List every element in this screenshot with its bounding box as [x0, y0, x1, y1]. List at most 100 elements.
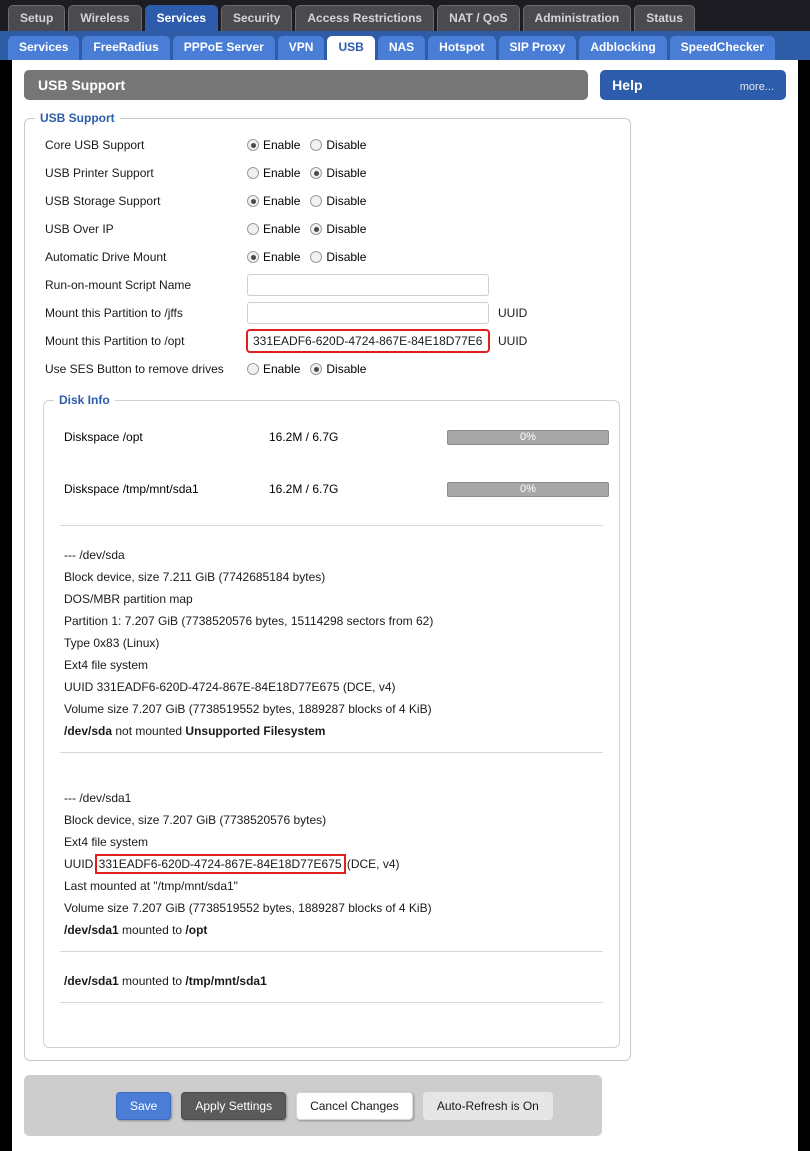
secondary-tab-services[interactable]: Services: [8, 36, 80, 60]
usb-printer-support-enable-option[interactable]: Enable: [247, 166, 300, 180]
page-body: USB Support Help more... USB Support Cor…: [12, 60, 798, 1151]
automatic-drive-mount-label: Automatic Drive Mount: [45, 250, 167, 264]
primary-tab-security[interactable]: Security: [221, 5, 293, 31]
usb-over-ip-disable-option[interactable]: Disable: [310, 222, 366, 236]
sda1-mount-target-tmp: /tmp/mnt/sda1: [185, 974, 267, 988]
primary-tab-status[interactable]: Status: [634, 5, 695, 31]
primary-tab-services[interactable]: Services: [144, 5, 218, 31]
core-usb-support-enable-option[interactable]: Enable: [247, 138, 300, 152]
ses-button-enable-option[interactable]: Enable: [247, 362, 300, 376]
help-more-link[interactable]: more...: [740, 81, 774, 93]
sda-detail-lines: Block device, size 7.211 GiB (7742685184…: [54, 566, 609, 720]
mount-jffs-input[interactable]: [247, 302, 489, 324]
sda1-block-device-line: Block device, size 7.207 GiB (7738520576…: [64, 813, 327, 827]
disk-usage-progress-bar: 0%: [447, 481, 609, 497]
usb-over-ip-enable-option[interactable]: Enable: [247, 222, 300, 236]
radio-icon[interactable]: [247, 363, 259, 375]
sda1-uuid-line: UUID 331EADF6-620D-4724-867E-84E18D77E67…: [54, 853, 609, 875]
primary-tab-nat-qos[interactable]: NAT / QoS: [437, 5, 520, 31]
sda-status-tail: Unsupported Filesystem: [185, 724, 326, 738]
radio-icon[interactable]: [247, 251, 259, 263]
mount-jffs-unit: UUID: [498, 306, 528, 320]
usb-over-ip-enable-label: Enable: [263, 222, 301, 236]
cancel-changes-button[interactable]: Cancel Changes: [296, 1091, 413, 1120]
ses-button-radios: Enable Disable: [247, 362, 372, 376]
radio-icon[interactable]: [247, 139, 259, 151]
primary-tab-administration[interactable]: Administration: [522, 5, 632, 31]
usb-over-ip-disable-label: Disable: [326, 222, 367, 236]
core-usb-support-disable-option[interactable]: Disable: [310, 138, 366, 152]
secondary-tab-sip-proxy[interactable]: SIP Proxy: [498, 36, 577, 60]
sda-detail-line: Partition 1: 7.207 GiB (7738520576 bytes…: [64, 614, 434, 628]
radio-icon[interactable]: [310, 363, 323, 375]
usb-storage-support-label: USB Storage Support: [45, 194, 161, 208]
secondary-tab-nas[interactable]: NAS: [377, 36, 426, 60]
row-mount-opt: Mount this Partition to /opt UUID: [35, 327, 620, 355]
automatic-drive-mount-disable-label: Disable: [326, 250, 367, 264]
sda-detail-line: UUID 331EADF6-620D-4724-867E-84E18D77E67…: [64, 680, 396, 694]
radio-icon[interactable]: [310, 167, 323, 179]
disk-usage-label: Diskspace /tmp/mnt/sda1: [64, 482, 199, 496]
radio-icon[interactable]: [247, 223, 259, 235]
page-title: USB Support: [24, 70, 589, 100]
row-core-usb-support: Core USB Support Enable Disable: [35, 131, 620, 159]
disk-usage-progress-bar: 0%: [447, 429, 609, 445]
ses-button-label: Use SES Button to remove drives: [45, 362, 224, 376]
help-panel[interactable]: Help more...: [600, 70, 786, 100]
sda-device-name: /dev/sda: [64, 724, 113, 738]
sda1-uuid-suffix: (DCE, v4): [343, 857, 400, 871]
apply-settings-button[interactable]: Apply Settings: [181, 1091, 287, 1120]
usb-printer-support-label: USB Printer Support: [45, 166, 154, 180]
sda1-mount-device-name: /dev/sda1: [64, 974, 119, 988]
usb-storage-support-enable-label: Enable: [263, 194, 301, 208]
auto-refresh-toggle-button[interactable]: Auto-Refresh is On: [422, 1091, 553, 1120]
automatic-drive-mount-enable-option[interactable]: Enable: [247, 250, 300, 264]
primary-tab-access-restrictions[interactable]: Access Restrictions: [295, 5, 435, 31]
usb-over-ip-radios: Enable Disable: [247, 222, 372, 236]
secondary-tab-usb[interactable]: USB: [327, 36, 375, 60]
mount-opt-input[interactable]: [246, 329, 490, 353]
radio-icon[interactable]: [247, 195, 259, 207]
secondary-tab-hotspot[interactable]: Hotspot: [428, 36, 496, 60]
secondary-tab-freeradius[interactable]: FreeRadius: [82, 36, 170, 60]
sda1-mount-status-tmp: /dev/sda1 mounted to /tmp/mnt/sda1: [54, 970, 609, 992]
radio-icon[interactable]: [310, 223, 323, 235]
usb-storage-support-enable-option[interactable]: Enable: [247, 194, 300, 208]
primary-tab-wireless[interactable]: Wireless: [68, 5, 142, 31]
automatic-drive-mount-disable-option[interactable]: Disable: [310, 250, 366, 264]
row-run-on-mount-script: Run-on-mount Script Name: [35, 271, 620, 299]
sda1-device-name: /dev/sda1: [64, 923, 119, 937]
secondary-tab-pppoe-server[interactable]: PPPoE Server: [172, 36, 275, 60]
sda-detail-line: Ext4 file system: [64, 658, 149, 672]
primary-tab-setup[interactable]: Setup: [8, 5, 66, 31]
radio-icon[interactable]: [247, 167, 259, 179]
radio-icon[interactable]: [310, 251, 323, 263]
ses-button-disable-option[interactable]: Disable: [310, 362, 366, 376]
sda1-mount-status-opt: /dev/sda1 mounted to /opt: [54, 919, 609, 941]
radio-icon[interactable]: [310, 195, 323, 207]
disk-usage-value: 16.2M / 6.7G: [269, 482, 339, 496]
usb-storage-support-disable-option[interactable]: Disable: [310, 194, 366, 208]
sda-header: --- /dev/sda: [64, 548, 125, 562]
save-button[interactable]: Save: [116, 1091, 172, 1120]
sda1-header: --- /dev/sda1: [64, 791, 132, 805]
sda1-uuid-value: 331EADF6-620D-4724-867E-84E18D77E675: [94, 854, 346, 874]
row-usb-printer-support: USB Printer Support Enable Disable: [35, 159, 620, 187]
run-on-mount-script-input[interactable]: [247, 274, 489, 296]
secondary-tab-speedchecker[interactable]: SpeedChecker: [669, 36, 776, 60]
usb-printer-support-disable-option[interactable]: Disable: [310, 166, 366, 180]
radio-icon[interactable]: [310, 139, 323, 151]
usb-storage-support-radios: Enable Disable: [247, 194, 372, 208]
disk-usage-value: 16.2M / 6.7G: [269, 430, 339, 444]
usb-printer-support-enable-label: Enable: [263, 166, 301, 180]
disk-usage-row: Diskspace /opt 16.2M / 6.7G 0%: [54, 411, 609, 463]
secondary-tab-vpn[interactable]: VPN: [277, 36, 325, 60]
secondary-tab-adblocking[interactable]: Adblocking: [579, 36, 667, 60]
